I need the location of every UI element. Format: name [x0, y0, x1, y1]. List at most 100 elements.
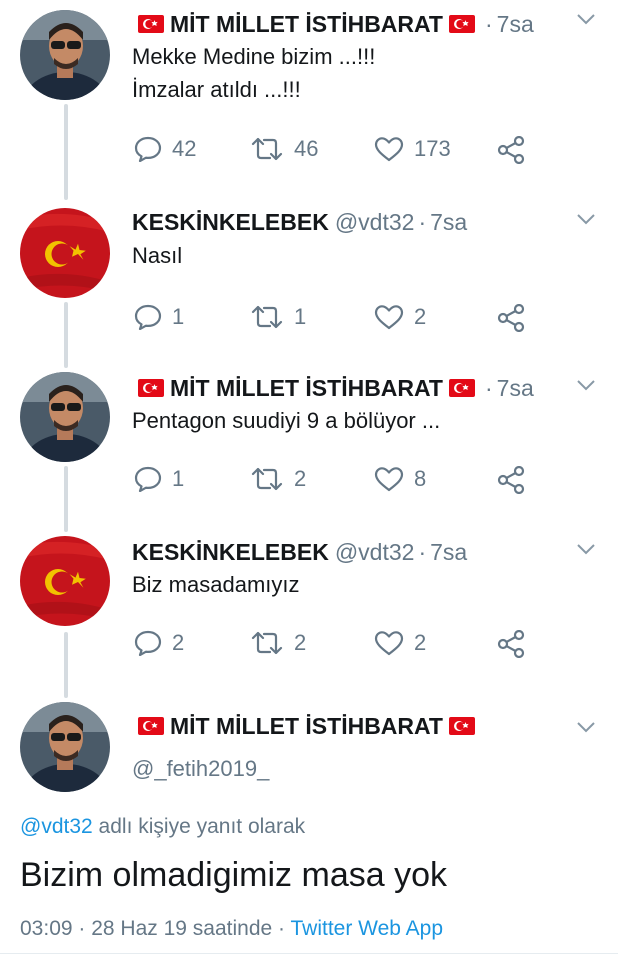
display-name[interactable]: MİT MİLLET İSTİHBARAT — [170, 11, 443, 38]
tweet-meta: 03:09 · 28 Haz 19 saatinde · Twitter Web… — [20, 917, 443, 941]
turkish-flag-icon — [138, 717, 164, 735]
caret-down-icon[interactable] — [576, 542, 596, 560]
like-count: 2 — [414, 630, 427, 655]
tweet-time[interactable]: 7sa — [497, 11, 534, 38]
like-icon — [374, 304, 404, 330]
like-count: 173 — [414, 136, 451, 161]
tweet-actions: 1 1 2 — [132, 304, 552, 336]
reply-button[interactable]: 1 — [134, 304, 184, 330]
reply-context-text: adlı kişiye yanıt olarak — [98, 815, 306, 838]
like-icon — [374, 136, 404, 162]
like-button[interactable]: 173 — [374, 136, 451, 162]
tweet-time[interactable]: 7sa — [430, 209, 467, 236]
tweet-time[interactable]: 7sa — [430, 539, 467, 566]
avatar[interactable] — [20, 702, 110, 792]
tweet-header: MİT MİLLET İSTİHBARAT — [132, 710, 598, 742]
share-button[interactable] — [496, 630, 526, 658]
divider — [0, 953, 618, 954]
retweet-button[interactable]: 46 — [250, 136, 318, 162]
like-button[interactable]: 2 — [374, 304, 426, 330]
caret-down-icon[interactable] — [576, 720, 596, 738]
client-link[interactable]: Twitter Web App — [290, 917, 443, 940]
user-handle[interactable]: @vdt32 — [335, 209, 415, 236]
caret-down-icon[interactable] — [576, 12, 596, 30]
share-icon — [496, 136, 526, 164]
tweet-text: Biz masadamıyız — [132, 568, 598, 601]
tweet-actions: 1 2 8 — [132, 466, 552, 498]
retweet-button[interactable]: 2 — [250, 466, 306, 492]
like-button[interactable]: 8 — [374, 466, 426, 492]
tweet-header: KESKİNKELEBEK @vdt32 · 7sa — [132, 206, 598, 238]
retweet-count: 2 — [294, 466, 307, 491]
reply-button[interactable]: 2 — [134, 630, 184, 656]
reply-count: 42 — [172, 136, 197, 161]
avatar[interactable] — [20, 372, 110, 462]
retweet-icon — [250, 304, 284, 330]
reply-button[interactable]: 1 — [134, 466, 184, 492]
caret-down-icon[interactable] — [576, 212, 596, 230]
display-name[interactable]: KESKİNKELEBEK — [132, 539, 329, 566]
reply-count: 1 — [172, 304, 185, 329]
user-handle[interactable]: @vdt32 — [335, 539, 415, 566]
avatar[interactable] — [20, 536, 110, 626]
tweet[interactable]: KESKİNKELEBEK @vdt32 · 7sa Biz masadamıy… — [0, 530, 618, 680]
turkish-flag-icon — [448, 717, 475, 735]
like-count: 2 — [414, 304, 427, 329]
caret-down-icon[interactable] — [576, 378, 596, 396]
reply-icon — [134, 630, 162, 656]
display-name[interactable]: MİT MİLLET İSTİHBARAT — [170, 375, 443, 402]
share-icon — [496, 630, 526, 658]
share-icon — [496, 304, 526, 332]
tweet-time[interactable]: 7sa — [497, 375, 534, 402]
tweet-header: KESKİNKELEBEK @vdt32 · 7sa — [132, 536, 598, 568]
tweet-text: Pentagon suudiyi 9 a bölüyor ... — [132, 404, 598, 437]
separator-dot: · — [272, 917, 291, 940]
timestamp[interactable]: 03:09 · 28 Haz 19 saatinde — [20, 917, 272, 940]
retweet-icon — [250, 466, 284, 492]
reply-icon — [134, 466, 162, 492]
tweet-actions: 2 2 2 — [132, 630, 552, 662]
separator-dot: · — [484, 374, 493, 401]
tweet-text: Mekke Medine bizim ...!!! İmzalar atıldı… — [132, 40, 598, 106]
tweet-text-line: Mekke Medine bizim ...!!! — [132, 44, 376, 69]
reply-icon — [134, 304, 162, 330]
tweet[interactable]: KESKİNKELEBEK @vdt32 · 7sa Nasıl 1 1 2 — [0, 200, 618, 350]
turkish-flag-icon — [448, 15, 475, 33]
share-button[interactable] — [496, 304, 526, 332]
retweet-button[interactable]: 1 — [250, 304, 306, 330]
separator-dot: · — [418, 538, 427, 565]
tweet-text-line: Nasıl — [132, 243, 183, 268]
retweet-count: 1 — [294, 304, 307, 329]
retweet-icon — [250, 136, 284, 162]
tweet-actions: 42 46 173 — [132, 136, 552, 168]
like-icon — [374, 630, 404, 656]
retweet-count: 2 — [294, 630, 307, 655]
turkish-flag-icon — [448, 379, 475, 397]
display-name[interactable]: KESKİNKELEBEK — [132, 209, 329, 236]
reply-mention-link[interactable]: @vdt32 — [20, 815, 93, 838]
share-button[interactable] — [496, 466, 526, 494]
avatar[interactable] — [20, 10, 110, 100]
avatar[interactable] — [20, 208, 110, 298]
share-button[interactable] — [496, 136, 526, 164]
tweet-header: MİT MİLLET İSTİHBARAT · 7sa — [132, 372, 598, 404]
tweet[interactable]: MİT MİLLET İSTİHBARAT · 7sa Mekke Medine… — [0, 0, 618, 175]
reply-icon — [134, 136, 162, 162]
reply-button[interactable]: 42 — [134, 136, 196, 162]
display-name[interactable]: MİT MİLLET İSTİHBARAT — [170, 713, 443, 740]
retweet-button[interactable]: 2 — [250, 630, 306, 656]
retweet-icon — [250, 630, 284, 656]
turkish-flag-icon — [138, 15, 164, 33]
tweet-text-line: Biz masadamıyız — [132, 572, 300, 597]
like-button[interactable]: 2 — [374, 630, 426, 656]
tweet-text-line: Pentagon suudiyi 9 a bölüyor ... — [132, 408, 441, 433]
tweet-header: MİT MİLLET İSTİHBARAT · 7sa — [132, 8, 598, 40]
tweet[interactable]: MİT MİLLET İSTİHBARAT · 7sa Pentagon suu… — [0, 366, 618, 516]
separator-dot: · — [484, 10, 493, 37]
turkish-flag-icon — [138, 379, 164, 397]
main-tweet-text: Bizim olmadigimiz masa yok — [20, 856, 447, 894]
like-icon — [374, 466, 404, 492]
reply-count: 1 — [172, 466, 185, 491]
user-handle[interactable]: @_fetih2019_ — [132, 756, 269, 782]
retweet-count: 46 — [294, 136, 319, 161]
